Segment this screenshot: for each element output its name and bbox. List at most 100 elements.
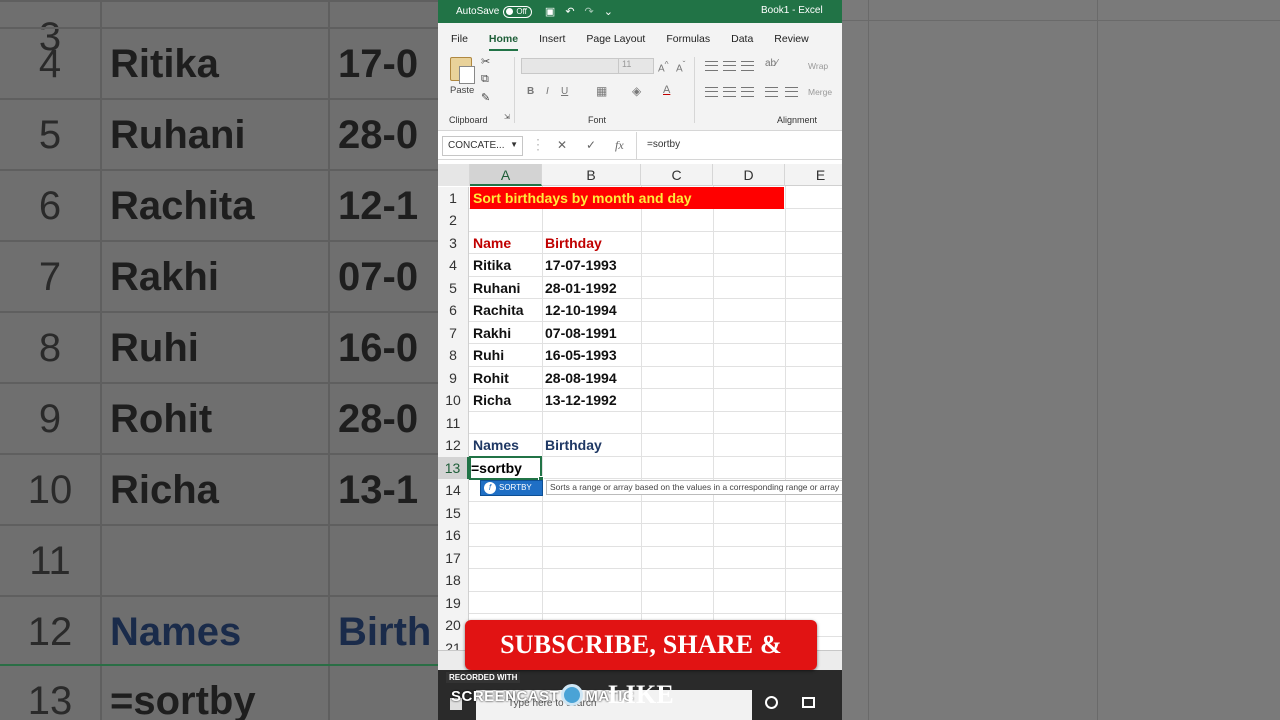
font-color-icon[interactable]: A	[663, 84, 670, 96]
wrap-text-button[interactable]: Wrap	[808, 61, 828, 71]
cell-birthday[interactable]: 28-08-1994	[542, 367, 617, 389]
clipboard-launcher-icon[interactable]: ⇲	[504, 113, 510, 121]
save-icon[interactable]: ▣	[545, 5, 555, 18]
row-header[interactable]: 14	[438, 479, 469, 502]
tab-formulas[interactable]: Formulas	[666, 33, 710, 51]
cell-name[interactable]: Ritika	[470, 254, 511, 276]
grow-font-icon[interactable]: A^	[658, 59, 669, 74]
cell-birthday[interactable]: 17-07-1993	[542, 254, 617, 276]
increase-indent-icon[interactable]	[785, 87, 798, 97]
row-header[interactable]: 11	[438, 411, 469, 434]
row-header[interactable]: 4	[438, 254, 469, 277]
borders-icon[interactable]: ▦	[596, 84, 607, 98]
row-header[interactable]: 2	[438, 209, 469, 232]
paste-button[interactable]: Paste	[450, 85, 474, 96]
row-header[interactable]: 18	[438, 569, 469, 592]
tab-data[interactable]: Data	[731, 33, 753, 51]
cell-birthday[interactable]: 16-05-1993	[542, 344, 617, 366]
table-row: 11	[438, 411, 842, 434]
task-view-icon[interactable]	[802, 697, 815, 708]
cell-name[interactable]: Ruhani	[470, 277, 520, 299]
italic-button[interactable]: I	[546, 86, 549, 97]
cell-name[interactable]: Rakhi	[470, 322, 511, 344]
customize-qat-icon[interactable]: ⌄	[604, 5, 613, 18]
column-header-d[interactable]: D	[713, 164, 785, 186]
cell-birthday[interactable]: 13-12-1992	[542, 389, 617, 411]
cell-name[interactable]: Richa	[470, 389, 511, 411]
redo-icon[interactable]: ↷	[585, 5, 594, 18]
cell-a12[interactable]: Names	[470, 434, 519, 456]
name-box[interactable]: CONCATE... ▼	[442, 136, 523, 156]
row-header[interactable]: 9	[438, 366, 469, 389]
row-header[interactable]: 10	[438, 389, 469, 412]
cell-name[interactable]: Rohit	[470, 367, 509, 389]
cell-birthday[interactable]: 12-10-1994	[542, 299, 617, 321]
row-header[interactable]: 13	[438, 456, 469, 479]
cell-a3[interactable]: Name	[470, 232, 511, 254]
row-header[interactable]: 5	[438, 276, 469, 299]
tab-insert[interactable]: Insert	[539, 33, 565, 51]
cell-birthday[interactable]: 28-01-1992	[542, 277, 617, 299]
align-bottom-icon[interactable]	[741, 61, 754, 71]
undo-icon[interactable]: ↶	[565, 5, 574, 18]
autosave-toggle[interactable]: Off	[503, 5, 532, 18]
table-row: 16	[438, 524, 842, 547]
cancel-formula-icon[interactable]: ✕	[557, 138, 567, 152]
bold-button[interactable]: B	[527, 86, 534, 97]
cut-icon[interactable]: ✂	[481, 55, 490, 68]
row-header[interactable]: 6	[438, 299, 469, 322]
active-cell-editor[interactable]: =sortby	[471, 457, 522, 479]
underline-button[interactable]: U	[561, 86, 568, 97]
cell-birthday[interactable]: 07-08-1991	[542, 322, 617, 344]
row-header[interactable]: 8	[438, 344, 469, 367]
shrink-font-icon[interactable]: Aˇ	[676, 59, 685, 74]
font-size-box[interactable]: 11	[618, 58, 654, 74]
chevron-down-icon: ▼	[510, 140, 518, 149]
row-header[interactable]: 16	[438, 524, 469, 547]
table-row: 7 Rakhi 07-08-1991	[438, 321, 842, 344]
fill-color-icon[interactable]: ◈	[632, 84, 641, 98]
enter-formula-icon[interactable]: ✓	[586, 138, 596, 152]
format-painter-icon[interactable]: ✎	[481, 91, 490, 104]
subscribe-banner: SUBSCRIBE, SHARE & LIKE	[465, 620, 817, 709]
formula-autocomplete-item[interactable]: f SORTBY	[480, 480, 543, 496]
row-header[interactable]: 3	[438, 231, 469, 254]
row-header[interactable]: 15	[438, 501, 469, 524]
row-header[interactable]: 1	[438, 186, 469, 209]
column-header-a[interactable]: A	[470, 164, 542, 186]
column-header-c[interactable]: C	[641, 164, 713, 186]
align-top-icon[interactable]	[705, 61, 718, 71]
tab-file[interactable]: File	[451, 33, 468, 51]
decrease-indent-icon[interactable]	[765, 87, 778, 97]
column-header-b[interactable]: B	[542, 164, 641, 186]
align-center-icon[interactable]	[723, 87, 736, 97]
select-all-corner[interactable]	[438, 164, 470, 186]
cell-b12[interactable]: Birthday	[542, 434, 602, 456]
title-cell[interactable]: Sort birthdays by month and day	[470, 187, 784, 209]
align-middle-icon[interactable]	[723, 61, 736, 71]
align-left-icon[interactable]	[705, 87, 718, 97]
cell-name[interactable]: Rachita	[470, 299, 524, 321]
row-header[interactable]: 19	[438, 591, 469, 614]
row-header[interactable]: 7	[438, 321, 469, 344]
align-right-icon[interactable]	[741, 87, 754, 97]
tab-page-layout[interactable]: Page Layout	[586, 33, 645, 51]
font-name-box[interactable]	[521, 58, 619, 74]
formula-input[interactable]: =sortby	[636, 132, 842, 159]
row-header[interactable]: 17	[438, 546, 469, 569]
worksheet-grid[interactable]: A B C D E 1 2 3 Name Birthday 4 Ritika 1…	[438, 164, 842, 650]
cell-b3[interactable]: Birthday	[542, 232, 602, 254]
row-header[interactable]: 12	[438, 434, 469, 457]
tab-review[interactable]: Review	[774, 33, 808, 51]
insert-function-icon[interactable]: fx	[615, 138, 624, 153]
cortana-icon[interactable]	[765, 696, 778, 709]
cell-name[interactable]: Ruhi	[470, 344, 504, 366]
paste-icon[interactable]	[450, 57, 475, 84]
recorded-with-label: RECORDED WITH	[446, 672, 521, 683]
column-header-e[interactable]: E	[785, 164, 842, 186]
merge-center-button[interactable]: Merge	[808, 87, 832, 97]
copy-icon[interactable]: ⧉	[481, 73, 489, 86]
tab-home[interactable]: Home	[488, 33, 519, 51]
title-bar: AutoSave Off ▣ ↶ ↷ ⌄ Book1 - Excel	[438, 0, 842, 23]
orientation-icon[interactable]: ab⁄	[765, 58, 778, 69]
